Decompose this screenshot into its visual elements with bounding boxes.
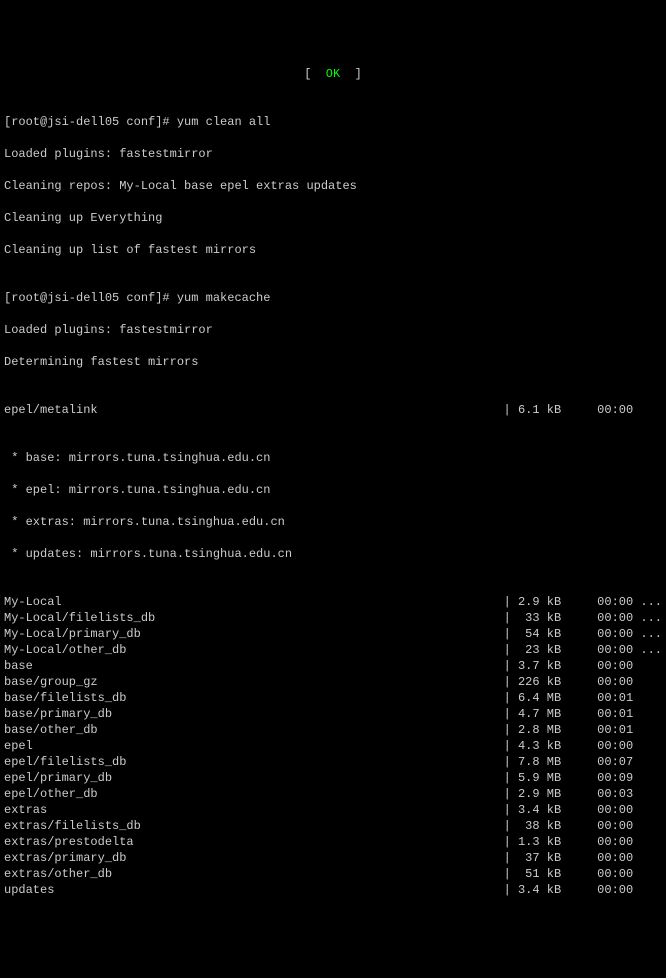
- repo-row: base/primary_db| 4.7 MB 00:01: [4, 706, 662, 722]
- repo-stats: | 3.7 kB 00:00: [504, 658, 662, 674]
- repo-row: base| 3.7 kB 00:00: [4, 658, 662, 674]
- output-line: Determining fastest mirrors: [4, 354, 662, 370]
- repo-stats: | 4.7 MB 00:01: [504, 706, 662, 722]
- repo-stats: | 54 kB 00:00 ...: [504, 626, 662, 642]
- command-text: yum clean all: [177, 114, 271, 130]
- mirror-line: * extras: mirrors.tuna.tsinghua.edu.cn: [4, 514, 662, 530]
- repo-name: My-Local/other_db: [4, 642, 504, 658]
- repo-row: My-Local| 2.9 kB 00:00 ...: [4, 594, 662, 610]
- repo-name: base/other_db: [4, 722, 504, 738]
- repo-name: My-Local/filelists_db: [4, 610, 504, 626]
- repo-row: epel| 4.3 kB 00:00: [4, 738, 662, 754]
- repo-stats: | 2.9 MB 00:03: [504, 786, 662, 802]
- repo-name: base/primary_db: [4, 706, 504, 722]
- repo-name: epel/filelists_db: [4, 754, 504, 770]
- repo-name: epel: [4, 738, 504, 754]
- repo-stats: | 4.3 kB 00:00: [504, 738, 662, 754]
- output-line: Cleaning up Everything: [4, 210, 662, 226]
- repo-stats: | 2.8 MB 00:01: [504, 722, 662, 738]
- repo-row: updates| 3.4 kB 00:00: [4, 882, 662, 898]
- repo-row: extras/prestodelta| 1.3 kB 00:00: [4, 834, 662, 850]
- repo-stats: | 226 kB 00:00: [504, 674, 662, 690]
- repo-name: base: [4, 658, 504, 674]
- repo-name: extras/prestodelta: [4, 834, 504, 850]
- repo-name: extras: [4, 802, 504, 818]
- repo-stats: | 37 kB 00:00: [504, 850, 662, 866]
- repo-stats: | 6.1 kB 00:00: [504, 402, 662, 418]
- mirror-line: * epel: mirrors.tuna.tsinghua.edu.cn: [4, 482, 662, 498]
- repo-row: extras/other_db| 51 kB 00:00: [4, 866, 662, 882]
- status-ok: [ OK ]: [4, 66, 662, 82]
- output-line: Cleaning up list of fastest mirrors: [4, 242, 662, 258]
- repo-row: base/filelists_db| 6.4 MB 00:01: [4, 690, 662, 706]
- repo-row: extras/filelists_db| 38 kB 00:00: [4, 818, 662, 834]
- repo-row: My-Local/filelists_db| 33 kB 00:00 ...: [4, 610, 662, 626]
- repo-row: base/group_gz| 226 kB 00:00: [4, 674, 662, 690]
- command-text: yum makecache: [177, 290, 271, 306]
- repo-row: epel/filelists_db| 7.8 MB 00:07: [4, 754, 662, 770]
- repo-stats: | 5.9 MB 00:09: [504, 770, 662, 786]
- mirror-line: * updates: mirrors.tuna.tsinghua.edu.cn: [4, 546, 662, 562]
- repo-row: My-Local/other_db| 23 kB 00:00 ...: [4, 642, 662, 658]
- repo-stats: | 33 kB 00:00 ...: [504, 610, 662, 626]
- repo-name: extras/other_db: [4, 866, 504, 882]
- prompt-line-1: [root@jsi-dell05 conf]# yum clean all: [4, 114, 662, 130]
- output-line: Cleaning repos: My-Local base epel extra…: [4, 178, 662, 194]
- repo-row: extras/primary_db| 37 kB 00:00: [4, 850, 662, 866]
- repo-row: base/other_db| 2.8 MB 00:01: [4, 722, 662, 738]
- repo-stats: | 1.3 kB 00:00: [504, 834, 662, 850]
- repo-name: epel/other_db: [4, 786, 504, 802]
- repo-name: epel/primary_db: [4, 770, 504, 786]
- shell-prompt: [root@jsi-dell05 conf]#: [4, 114, 170, 130]
- repo-name: My-Local/primary_db: [4, 626, 504, 642]
- repo-name: extras/filelists_db: [4, 818, 504, 834]
- repo-stats: | 38 kB 00:00: [504, 818, 662, 834]
- repo-name: base/group_gz: [4, 674, 504, 690]
- repo-stats: | 23 kB 00:00 ...: [504, 642, 662, 658]
- repo-name: extras/primary_db: [4, 850, 504, 866]
- repo-row: epel/other_db| 2.9 MB 00:03: [4, 786, 662, 802]
- repo-name: updates: [4, 882, 504, 898]
- repo-name: My-Local: [4, 594, 504, 610]
- repo-name: base/filelists_db: [4, 690, 504, 706]
- repo-stats: | 3.4 kB 00:00: [504, 882, 662, 898]
- repo-row: epel/metalink| 6.1 kB 00:00: [4, 402, 662, 418]
- repo-row: extras| 3.4 kB 00:00: [4, 802, 662, 818]
- repo-name: epel/metalink: [4, 402, 504, 418]
- repo-stats: | 7.8 MB 00:07: [504, 754, 662, 770]
- repo-row: My-Local/primary_db| 54 kB 00:00 ...: [4, 626, 662, 642]
- repo-stats: | 6.4 MB 00:01: [504, 690, 662, 706]
- repo-stats: | 2.9 kB 00:00 ...: [504, 594, 662, 610]
- repo-row: epel/primary_db| 5.9 MB 00:09: [4, 770, 662, 786]
- mirror-line: * base: mirrors.tuna.tsinghua.edu.cn: [4, 450, 662, 466]
- output-line: Loaded plugins: fastestmirror: [4, 146, 662, 162]
- repo-stats: | 3.4 kB 00:00: [504, 802, 662, 818]
- output-line: Loaded plugins: fastestmirror: [4, 322, 662, 338]
- repo-stats: | 51 kB 00:00: [504, 866, 662, 882]
- prompt-line-2: [root@jsi-dell05 conf]# yum makecache: [4, 290, 662, 306]
- shell-prompt: [root@jsi-dell05 conf]#: [4, 290, 170, 306]
